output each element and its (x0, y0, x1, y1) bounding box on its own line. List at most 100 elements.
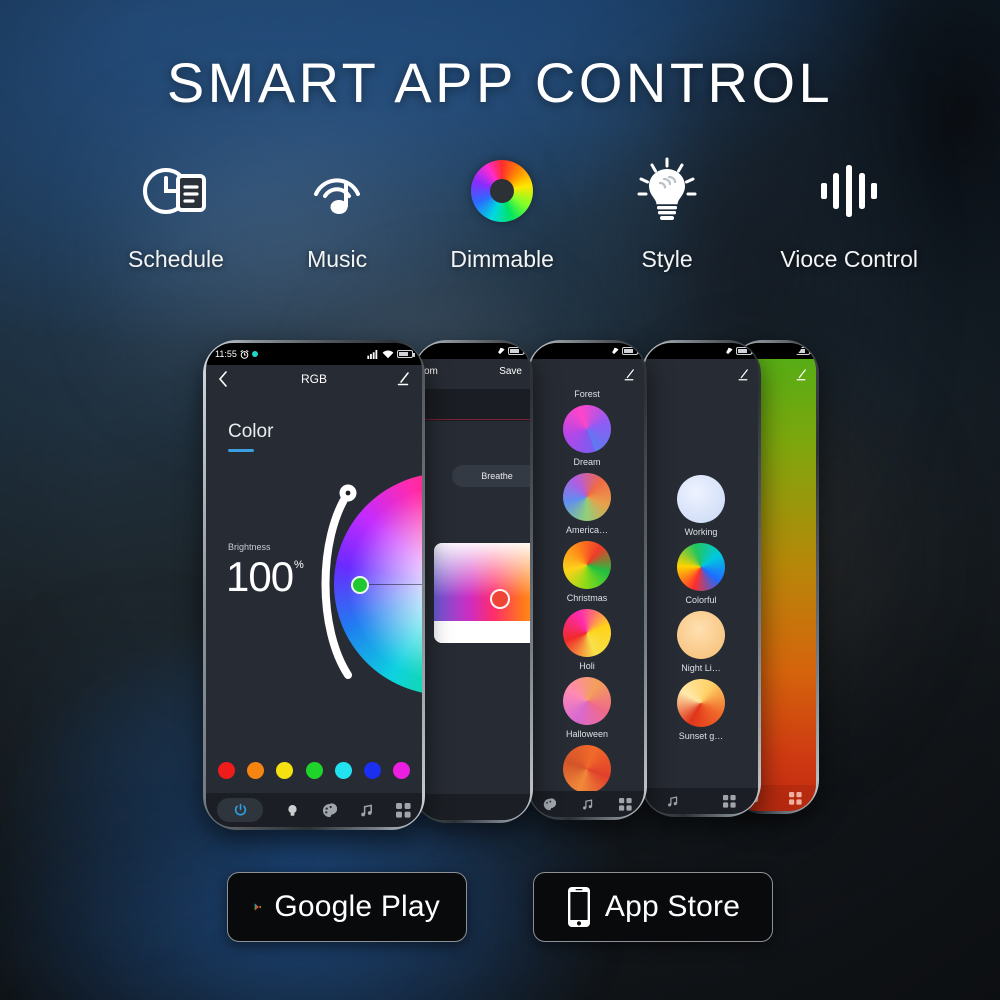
page-title: RGB (300, 372, 327, 386)
edit-pencil-icon[interactable] (737, 369, 749, 381)
scene-swatch (563, 677, 611, 725)
phone-mockup-3: Forest Dream America… Christmas Holi Hal… (527, 340, 647, 820)
app-store-badge[interactable]: App Store (533, 872, 773, 942)
phone2-header: om Save (416, 361, 530, 381)
edit-pencil-icon[interactable] (396, 372, 410, 386)
scene-item[interactable]: Christmas (530, 589, 644, 657)
title-bar: RGB (206, 365, 422, 393)
battery-icon (622, 347, 640, 355)
swatch-green[interactable] (305, 762, 323, 779)
scene-item[interactable]: Holi (530, 657, 644, 725)
edit-pencil-icon[interactable] (623, 369, 635, 381)
color-picker-panel[interactable] (434, 543, 530, 643)
scene-swatch (563, 609, 611, 657)
phone-mockup-2: om Save Breathe (413, 340, 533, 823)
phone-mockup-4: Working Colorful Night Li… Sunset g… (641, 340, 761, 817)
nav-music-icon[interactable] (666, 795, 679, 808)
store-badge-label: App Store (604, 890, 741, 923)
google-play-icon (254, 903, 261, 911)
music-note-waves-icon (304, 152, 370, 230)
swatch-red[interactable] (218, 762, 236, 779)
phone2-title: om (424, 365, 438, 377)
nav-palette-icon[interactable] (543, 797, 556, 811)
phone-mockup-stack: Working Colorful Night Li… Sunset g… For… (0, 340, 1000, 840)
scene-swatch (563, 405, 611, 453)
feature-row: Schedule Music Dimmable Style Vioce Cont… (128, 152, 918, 292)
color-gradient-area[interactable] (434, 543, 530, 621)
scene-swatch (677, 543, 725, 591)
scene-swatch (677, 679, 725, 727)
nav-music-icon[interactable] (581, 798, 594, 811)
scene-item[interactable]: America… (530, 521, 644, 589)
feature-label: Style (641, 246, 693, 272)
nav-grid-icon[interactable] (723, 794, 736, 808)
scene-item[interactable]: Halloween (530, 725, 644, 791)
scene-swatch (563, 473, 611, 521)
tab-label: Color (228, 421, 274, 442)
lightbulb-rays-icon (634, 152, 700, 230)
back-chevron-icon[interactable] (218, 371, 228, 387)
scene-label: Forest (574, 389, 600, 399)
nav-bulb-icon[interactable] (285, 803, 300, 818)
scene-label: Holi (579, 661, 595, 671)
scene-item[interactable]: Forest (530, 385, 644, 453)
scene-label: Sunset g… (678, 731, 724, 741)
tab-color[interactable]: Color (228, 421, 273, 452)
schedule-clock-list-icon (140, 152, 212, 230)
color-picker-knob[interactable] (490, 589, 510, 609)
feature-label: Vioce Control (780, 246, 918, 272)
scene-list-3[interactable]: Forest Dream America… Christmas Holi Hal… (530, 367, 644, 791)
scene-item[interactable]: Working (644, 475, 758, 543)
scene-item[interactable]: Night Li… (644, 611, 758, 679)
nav-grid-icon[interactable] (618, 797, 632, 811)
power-icon (234, 803, 246, 815)
nav-grid-icon[interactable] (396, 802, 411, 818)
store-badge-label: Google Play (274, 890, 440, 923)
feature-label: Music (307, 246, 368, 272)
phone2-input-row[interactable] (416, 389, 530, 421)
bottom-nav-2 (416, 794, 530, 820)
phone-mockup-1: 11:55 RGB Color Brightness 100 % (203, 340, 425, 830)
status-dot-icon (251, 351, 258, 357)
feature-style: Style (634, 152, 700, 273)
brightness-arc-slider[interactable] (312, 479, 382, 689)
battery-icon (508, 347, 526, 355)
swatch-magenta[interactable] (392, 762, 410, 779)
scene-item[interactable]: Dream (530, 453, 644, 521)
nav-palette-icon[interactable] (322, 802, 337, 818)
google-play-badge[interactable]: Google Play (227, 872, 467, 942)
scene-list-4[interactable]: Working Colorful Night Li… Sunset g… (644, 367, 758, 788)
scene-label: Working (684, 527, 718, 537)
scene-swatch (677, 611, 725, 659)
scene-item[interactable]: Colorful (644, 543, 758, 611)
phone-notch (673, 343, 729, 357)
wifi-icon (382, 350, 394, 358)
edit-pencil-icon[interactable] (795, 369, 807, 381)
scene-label: Christmas (566, 593, 608, 603)
bottom-nav-1 (206, 793, 422, 827)
nav-music-icon[interactable] (359, 803, 374, 818)
nav-grid-icon[interactable] (788, 791, 802, 805)
brightness-unit: % (294, 559, 304, 571)
mode-chip-breathe[interactable]: Breathe (452, 465, 530, 487)
feature-voice-control: Vioce Control (780, 152, 918, 273)
swatch-yellow[interactable] (276, 762, 294, 779)
save-button[interactable]: Save (499, 366, 522, 377)
color-white-strip[interactable] (434, 621, 530, 643)
swatch-orange[interactable] (247, 762, 265, 779)
nav-power-button[interactable] (217, 798, 263, 822)
phone-screen-3: Forest Dream America… Christmas Holi Hal… (530, 343, 644, 817)
scene-swatch (563, 541, 611, 589)
swatch-cyan[interactable] (334, 762, 352, 779)
alarm-clock-icon (240, 349, 249, 359)
scene-label: Night Li… (681, 663, 721, 673)
tab-underline (228, 449, 254, 452)
scene-swatch (677, 475, 725, 523)
status-time: 11:55 (215, 349, 237, 359)
phone-screen-1: 11:55 RGB Color Brightness 100 % (206, 343, 422, 827)
swatch-blue[interactable] (363, 762, 381, 779)
scene-item[interactable]: Sunset g… (644, 679, 758, 747)
phone2-input-underline (416, 419, 530, 420)
store-badge-row: Google Play App Store (0, 872, 1000, 942)
feature-label: Dimmable (450, 246, 554, 272)
